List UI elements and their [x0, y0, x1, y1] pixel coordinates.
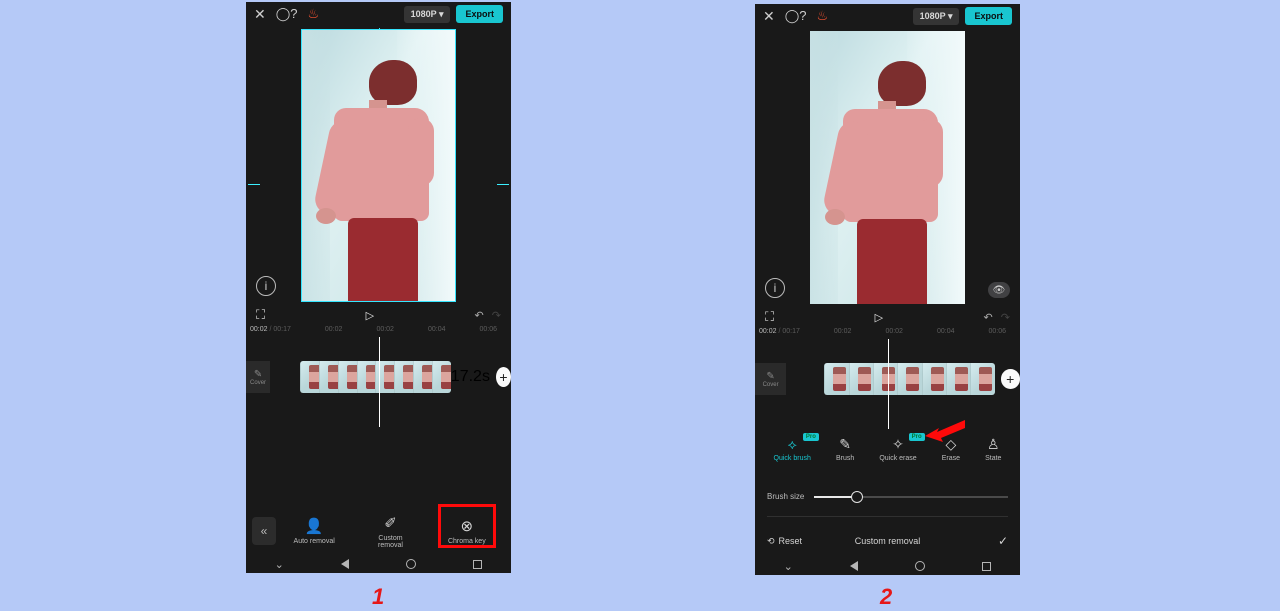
fullscreen-icon[interactable]: ⛶	[256, 307, 265, 323]
top-bar: ✕ ◯? ♨ 1080P ▾ Export	[755, 4, 1020, 28]
brush-tool[interactable]: ✎ Brush	[836, 436, 854, 472]
undo-icon[interactable]: ↶	[984, 311, 993, 324]
export-button[interactable]: Export	[965, 7, 1012, 25]
add-clip-button[interactable]: +	[496, 367, 511, 387]
help-icon[interactable]: ◯?	[785, 8, 807, 24]
person-icon: 👤	[276, 517, 352, 535]
nav-back-icon[interactable]	[850, 561, 858, 571]
screenshot-2: ✕ ◯? ♨ 1080P ▾ Export i 👁 ⛶ ▷ ↶ ↷ 00:02 …	[755, 4, 1020, 575]
preview-area: i	[246, 26, 511, 304]
add-clip-button[interactable]: +	[1001, 369, 1020, 389]
resolution-button[interactable]: 1080P ▾	[913, 8, 960, 25]
state-tool[interactable]: ♙ State	[985, 436, 1001, 472]
nav-home-icon[interactable]	[915, 561, 925, 571]
playhead[interactable]	[888, 339, 889, 429]
custom-removal-tool[interactable]: ✐ Custom removal	[352, 514, 428, 549]
play-bar: ⛶ ▷ ↶ ↷	[755, 306, 1020, 328]
video-clip[interactable]	[824, 363, 994, 395]
video-preview[interactable]	[810, 31, 965, 304]
redo-icon[interactable]: ↷	[492, 309, 501, 322]
chroma-icon: ⊗	[429, 517, 505, 535]
close-icon[interactable]: ✕	[763, 8, 775, 25]
android-navbar: ⌄	[755, 557, 1020, 575]
state-icon: ♙	[985, 436, 1001, 453]
tools-row: « 👤 Auto removal ✐ Custom removal ⊗ Chro…	[246, 507, 511, 555]
cover-thumbnail[interactable]: ✎Cover	[755, 363, 786, 395]
nav-recent-icon[interactable]	[473, 560, 482, 569]
video-preview[interactable]	[301, 29, 456, 302]
quick-erase-tool[interactable]: Pro ✧ Quick erase	[879, 436, 916, 472]
nav-chevron-down-icon[interactable]: ⌄	[784, 560, 793, 573]
guide-left	[248, 184, 260, 185]
info-icon[interactable]: i	[765, 278, 785, 298]
nav-recent-icon[interactable]	[982, 562, 991, 571]
cover-thumbnail[interactable]: ✎Cover	[246, 361, 270, 393]
pro-badge: Pro	[909, 433, 925, 441]
nav-chevron-down-icon[interactable]: ⌄	[275, 558, 284, 571]
chroma-key-tool[interactable]: ⊗ Chroma key	[429, 517, 505, 545]
play-icon[interactable]: ▷	[875, 311, 883, 324]
divider	[767, 516, 1008, 517]
reset-icon: ⟲	[767, 536, 775, 547]
nav-home-icon[interactable]	[406, 559, 416, 569]
quick-brush-tool[interactable]: Pro ⟡ Quick brush	[774, 436, 811, 472]
brush-icon: ✎	[836, 436, 854, 453]
removal-tools-row: Pro ⟡ Quick brush ✎ Brush Pro ✧ Quick er…	[755, 436, 1020, 472]
confirm-icon[interactable]: ✓	[998, 534, 1008, 548]
clip-duration: 17.2s	[451, 368, 490, 386]
android-navbar: ⌄	[246, 555, 511, 573]
flame-icon[interactable]: ♨	[308, 6, 320, 22]
slider-knob[interactable]	[851, 491, 863, 503]
screenshot-1: ✕ ◯? ♨ 1080P ▾ Export i ⛶ ▷ ↶ ↷	[246, 2, 511, 573]
panel-title: Custom removal	[855, 536, 921, 546]
erase-icon: ◇	[942, 436, 960, 453]
brush-size-label: Brush size	[767, 492, 804, 501]
auto-removal-tool[interactable]: 👤 Auto removal	[276, 517, 352, 545]
playhead[interactable]	[379, 337, 380, 427]
confirm-row: ⟲ Reset Custom removal ✓	[755, 528, 1020, 554]
step-number-1: 1	[372, 584, 384, 610]
erase-tool[interactable]: ◇ Erase	[942, 436, 960, 472]
play-bar: ⛶ ▷ ↶ ↷	[246, 304, 511, 326]
info-icon[interactable]: i	[256, 276, 276, 296]
brush-select-icon: ✐	[352, 514, 428, 532]
redo-icon[interactable]: ↷	[1001, 311, 1010, 324]
nav-back-icon[interactable]	[341, 559, 349, 569]
resolution-button[interactable]: 1080P ▾	[404, 6, 451, 23]
time-ruler: 00:02 / 00:17 00:02 00:02 00:04 00:06	[246, 326, 511, 337]
time-ruler: 00:02 / 00:17 00:02 00:02 00:04 00:06	[755, 328, 1020, 339]
fullscreen-icon[interactable]: ⛶	[765, 309, 774, 325]
pro-badge: Pro	[803, 433, 819, 441]
play-icon[interactable]: ▷	[366, 309, 374, 322]
preview-area: i 👁	[755, 28, 1020, 306]
reset-button[interactable]: ⟲ Reset	[767, 536, 802, 547]
brush-size-slider[interactable]	[814, 496, 1008, 498]
close-icon[interactable]: ✕	[254, 6, 266, 23]
undo-icon[interactable]: ↶	[475, 309, 484, 322]
flame-icon[interactable]: ♨	[817, 8, 829, 24]
brush-size-row: Brush size	[755, 492, 1020, 501]
visibility-toggle-icon[interactable]: 👁	[988, 282, 1010, 298]
step-number-2: 2	[880, 584, 892, 610]
guide-right	[497, 184, 509, 185]
timeline[interactable]: ✎Cover +	[755, 339, 1020, 409]
back-button[interactable]: «	[252, 517, 276, 545]
ruler-current: 00:02 / 00:17	[250, 326, 291, 337]
timeline[interactable]: ✎Cover 17.2s +	[246, 337, 511, 407]
top-bar: ✕ ◯? ♨ 1080P ▾ Export	[246, 2, 511, 26]
help-icon[interactable]: ◯?	[276, 6, 298, 22]
export-button[interactable]: Export	[456, 5, 503, 23]
video-clip[interactable]	[300, 361, 451, 393]
